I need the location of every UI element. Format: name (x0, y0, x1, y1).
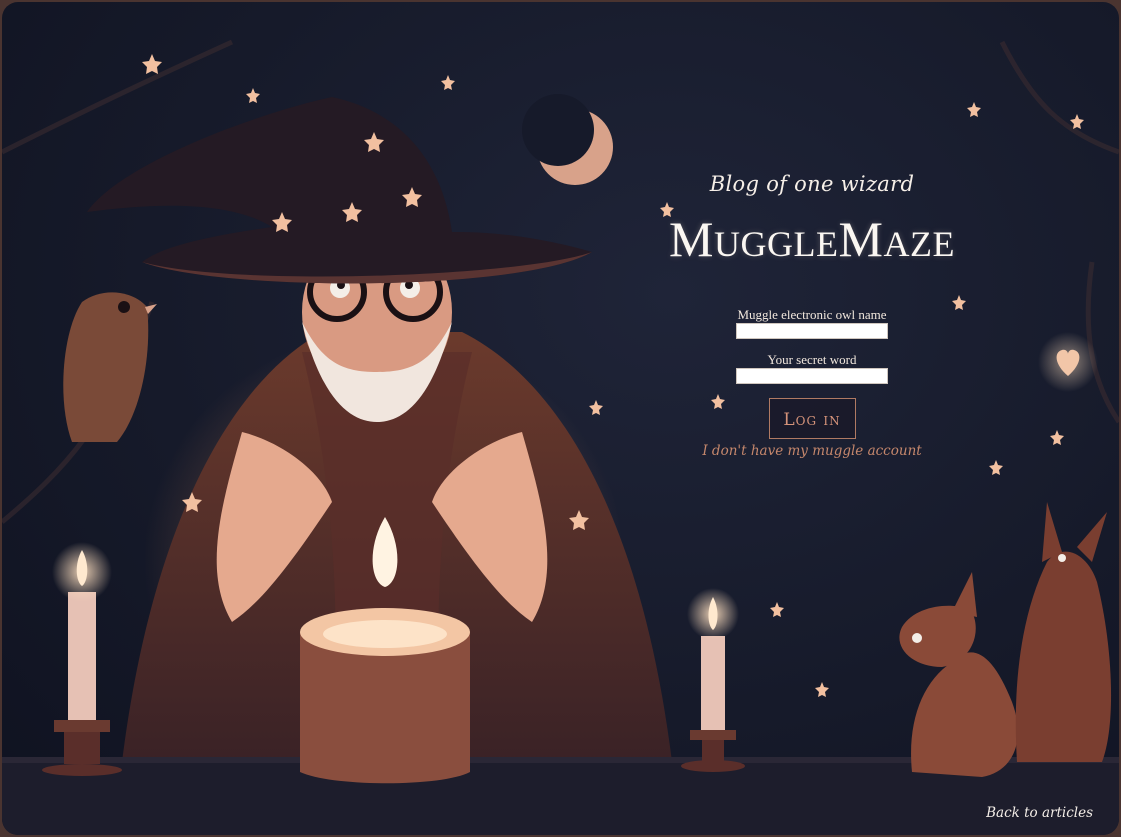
password-input[interactable] (736, 368, 888, 384)
title-rest: aze (883, 224, 955, 264)
login-panel: Blog of one wizard MuggleMaze Muggle ele… (642, 172, 982, 459)
login-button[interactable]: Log in (768, 398, 856, 439)
title-initial: M (669, 211, 715, 267)
password-label: Your secret word (767, 352, 857, 367)
username-label: Muggle electronic owl name (737, 307, 887, 322)
candle-icon (42, 542, 122, 776)
page-frame: Blog of one wizard MuggleMaze Muggle ele… (2, 2, 1119, 835)
back-to-articles-link[interactable]: Back to articles (986, 805, 1093, 821)
title-initial: M (838, 211, 884, 267)
candle-icon (681, 588, 745, 772)
username-input[interactable] (736, 323, 888, 339)
fox-icon (899, 572, 1018, 777)
no-account-link[interactable]: I don't have my muggle account (642, 443, 982, 459)
site-title: MuggleMaze (642, 214, 982, 264)
heart-icon (1038, 332, 1098, 392)
tagline: Blog of one wizard (709, 172, 915, 196)
owl-icon (63, 292, 157, 442)
fox-icon (1015, 502, 1112, 762)
title-rest: uggle (714, 224, 839, 264)
moon-icon (522, 94, 613, 185)
wizard-hat (87, 97, 592, 284)
